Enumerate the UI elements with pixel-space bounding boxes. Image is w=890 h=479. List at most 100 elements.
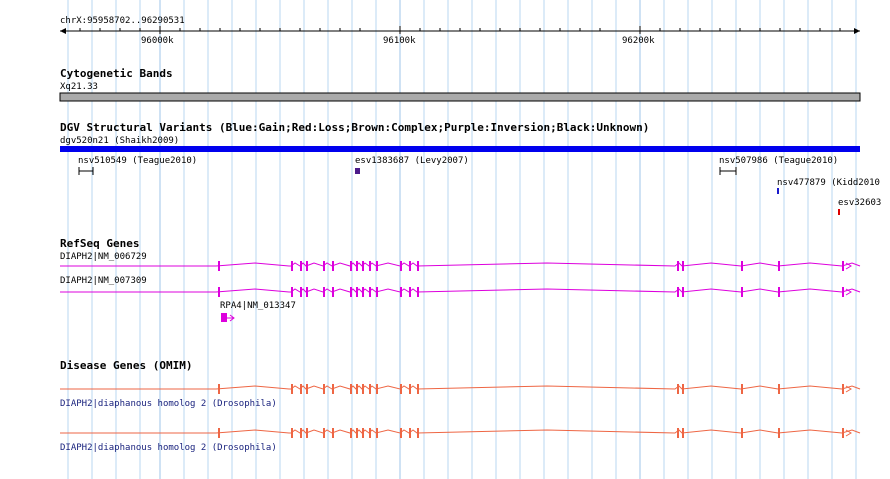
exon-block (409, 384, 411, 394)
exon-block (842, 428, 844, 438)
exon-block (682, 287, 684, 297)
exon-block (778, 287, 780, 297)
exon-block (350, 287, 352, 297)
exon-block (682, 428, 684, 438)
dgv-feature-mark (838, 209, 840, 215)
exon-block (221, 313, 227, 322)
refseq-gene-label[interactable]: DIAPH2|NM_006729 (60, 252, 147, 262)
exon-block (376, 261, 378, 271)
intron-line (60, 385, 861, 390)
exon-block (369, 384, 371, 394)
exon-block (369, 287, 371, 297)
exon-block (356, 384, 358, 394)
exon-block (291, 428, 293, 438)
exon-block (306, 261, 308, 271)
exon-block (306, 428, 308, 438)
exon-block (306, 384, 308, 394)
exon-block (741, 384, 743, 394)
exon-block (306, 287, 308, 297)
exon-block (417, 261, 419, 271)
exon-block (682, 261, 684, 271)
exon-block (291, 287, 293, 297)
exon-block (362, 261, 364, 271)
dgv-feature-mark (777, 188, 779, 194)
exon-block (369, 261, 371, 271)
dgv-feature-label[interactable]: nsv507986 (Teague2010) (719, 156, 838, 166)
exon-block (323, 384, 325, 394)
ruler-arrow-right (854, 28, 860, 34)
exon-block (369, 428, 371, 438)
exon-block (741, 287, 743, 297)
exon-block (356, 261, 358, 271)
omim-gene-label[interactable]: DIAPH2|diaphanous homolog 2 (Drosophila) (60, 443, 277, 453)
exon-block (300, 428, 302, 438)
exon-block (332, 261, 334, 271)
exon-block (356, 287, 358, 297)
exon-block (677, 384, 679, 394)
exon-block (417, 384, 419, 394)
exon-block (350, 261, 352, 271)
intron-line (60, 429, 861, 434)
exon-block (417, 428, 419, 438)
exon-block (291, 384, 293, 394)
ruler-range-label: chrX:95958702..96290531 (60, 16, 185, 26)
exon-block (400, 428, 402, 438)
ruler-tick-label: 96100k (383, 36, 416, 46)
exon-block (362, 384, 364, 394)
exon-block (409, 287, 411, 297)
exon-block (400, 287, 402, 297)
exon-block (677, 428, 679, 438)
exon-block (362, 287, 364, 297)
exon-block (362, 428, 364, 438)
exon-block (332, 384, 334, 394)
exon-block (400, 261, 402, 271)
omim-track-title: Disease Genes (OMIM) (60, 359, 193, 372)
dgv-feature-mark (355, 168, 360, 174)
exon-block (376, 287, 378, 297)
dgv-feature-label[interactable]: esv32603 (838, 198, 881, 208)
cytoband-bar (59, 92, 861, 102)
exon-block (323, 428, 325, 438)
dgv-feature-label[interactable]: nsv510549 (Teague2010) (78, 156, 197, 166)
exon-block (842, 287, 844, 297)
dgv-feature-label[interactable]: esv1383687 (Levy2007) (355, 156, 469, 166)
exon-block (409, 428, 411, 438)
refseq-gene-label[interactable]: DIAPH2|NM_007309 (60, 276, 147, 286)
intron-line (60, 288, 861, 293)
exon-block (350, 384, 352, 394)
exon-block (218, 384, 220, 394)
exon-block (300, 261, 302, 271)
exon-block (778, 428, 780, 438)
exon-block (291, 261, 293, 271)
exon-block (376, 428, 378, 438)
exon-block (332, 287, 334, 297)
exon-block (218, 428, 220, 438)
exon-block (677, 261, 679, 271)
exon-block (842, 384, 844, 394)
exon-block (409, 261, 411, 271)
ruler-arrow-left (60, 28, 66, 34)
refseq-gene-label[interactable]: RPA4|NM_013347 (220, 301, 296, 311)
exon-block (376, 384, 378, 394)
cytoband-track-title: Cytogenetic Bands (60, 67, 173, 80)
exon-block (778, 261, 780, 271)
exon-block (677, 287, 679, 297)
exon-block (218, 261, 220, 271)
exon-block (778, 384, 780, 394)
exon-block (356, 428, 358, 438)
exon-block (741, 428, 743, 438)
dgv-bar-label[interactable]: dgv520n21 (Shaikh2009) (60, 136, 179, 146)
exon-block (682, 384, 684, 394)
exon-block (300, 384, 302, 394)
exon-block (300, 287, 302, 297)
exon-block (400, 384, 402, 394)
exon-block (323, 287, 325, 297)
exon-block (332, 428, 334, 438)
dgv-feature-label[interactable]: nsv477879 (Kidd2010 (777, 178, 880, 188)
omim-gene-label[interactable]: DIAPH2|diaphanous homolog 2 (Drosophila) (60, 399, 277, 409)
exon-block (417, 287, 419, 297)
exon-block (842, 261, 844, 271)
cytoband-label: Xq21.33 (60, 82, 98, 92)
ruler-tick-label: 96000k (141, 36, 174, 46)
refseq-track-title: RefSeq Genes (60, 237, 140, 250)
